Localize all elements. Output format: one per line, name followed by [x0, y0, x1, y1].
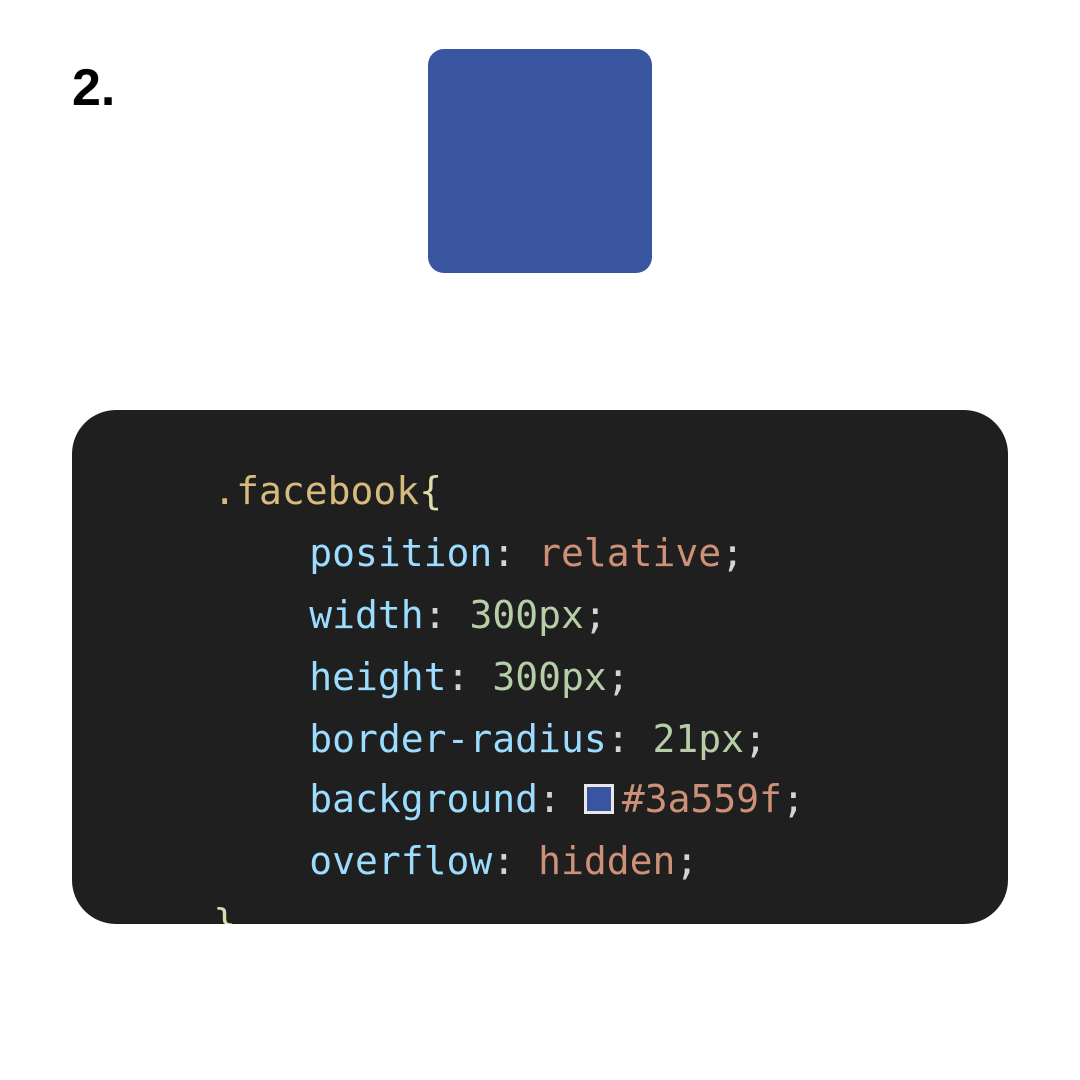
- css-value: hidden: [538, 839, 676, 883]
- close-brace: }: [213, 901, 237, 924]
- step-number: 2.: [72, 59, 116, 117]
- code-line-close: }: [76, 854, 236, 924]
- css-property: overflow: [309, 839, 493, 883]
- code-editor-panel: .facebook{ position: relative; width: 30…: [72, 410, 1008, 924]
- facebook-preview-box: [428, 49, 652, 273]
- slide: 2. .facebook{ position: relative; width:…: [0, 0, 1080, 1080]
